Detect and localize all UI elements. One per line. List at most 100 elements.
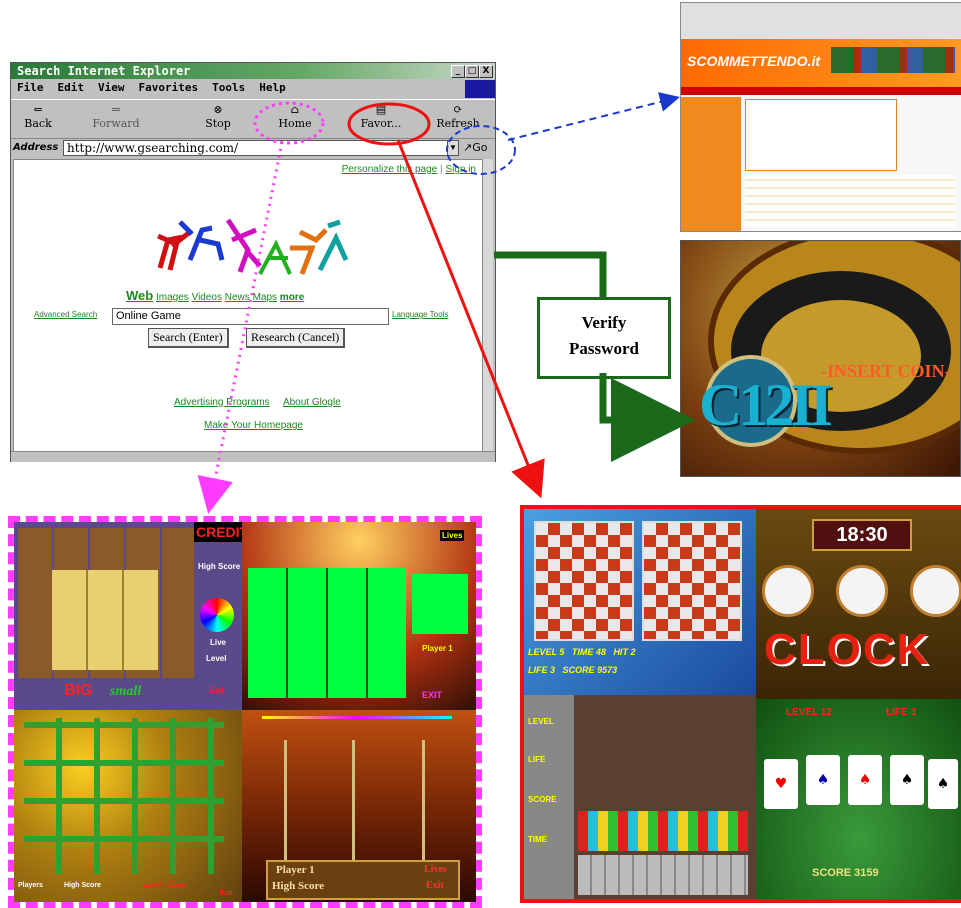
sunflower-game: Players High Score Level Lives Exit [14,710,242,902]
jewel-level-label: LEVEL [528,717,554,726]
tab-web[interactable]: Web [126,288,153,303]
language-tools-link[interactable]: Language Tools [392,310,448,319]
tab-images[interactable]: Images [156,292,189,303]
card-score-label: SCORE 3159 [812,867,879,879]
puzzle-game: BIG small Live Level Exit High Score [14,522,242,710]
insert-coin-label: -INSERT COIN- [821,361,951,381]
left-games-collage: BIG small Live Level Exit High Score CRE… [8,516,482,908]
toolbar: ⇐ Back ⇒ Forward ⊗ Stop ⌂ Home ▤ Favor... ⟳ Re… [11,99,495,139]
card-heart[interactable]: ♥ [764,759,798,809]
players-label: Players [18,882,43,889]
verify-password-box: Verify Password [537,297,671,379]
make-homepage-link[interactable]: Make Your Homepage [204,420,303,431]
score-panel: Player 1 High Score Lives Exit [266,860,460,900]
green-grid-game: Lives Player 1 EXIT [242,522,476,710]
go-arrow-icon: ↗ [463,141,473,154]
arrow-1 [284,740,287,860]
memory-board-2 [642,521,742,641]
refresh-button[interactable]: ⟳ Refresh [423,103,493,130]
exit-label-3[interactable]: Exit [220,890,233,897]
jewel-game: LEVEL LIFE SCORE TIME [524,695,756,899]
personalize-link[interactable]: Personalize this page [342,164,438,175]
tab-more[interactable]: more [280,292,304,303]
close-button[interactable]: X [479,65,493,78]
menu-favorites[interactable]: Favorites [139,81,199,94]
puzzle-board [52,570,158,670]
maximize-button[interactable]: □ [465,65,479,78]
page-content: Personalize this page | Sign in Web Imag… [13,159,483,453]
green-preview [412,574,468,634]
tab-maps[interactable]: Maps [253,292,277,303]
card-life-label: LIFE 3 [886,707,917,718]
jewel-stack [578,811,748,851]
c12-logo: C12II [699,372,833,438]
tab-news[interactable]: News [225,292,250,303]
sunflower-grid [24,718,224,874]
advanced-search-link[interactable]: Advanced Search [34,310,97,319]
power-bar [262,716,452,719]
exit-label-2[interactable]: Exit [426,880,444,891]
search-button[interactable]: Search (Enter) [148,328,229,348]
exit-label[interactable]: Exit [210,686,225,695]
card-spades[interactable]: ♠ [890,755,924,805]
menu-help[interactable]: Help [259,81,286,94]
site-browser-chrome [681,3,961,40]
card-ace[interactable]: ♠ [848,755,882,805]
clock-time: 18:30 [812,519,912,551]
home-icon: ⌂ [290,103,300,116]
site-logo: SCOMMETTENDO.it [687,53,820,69]
menu-tools[interactable]: Tools [212,81,245,94]
player1-label: Player 1 [422,644,453,653]
memory-game: LEVEL 5 TIME 48 HIT 2 LIFE 3 SCORE 9573 [524,509,756,695]
address-input[interactable]: http://www.gsearching.com/ [63,140,448,156]
card-jack[interactable]: ♠ [806,755,840,805]
lives-label: Lives [440,530,465,541]
jewel-floor [578,855,748,895]
minimize-button[interactable]: _ [451,65,465,78]
high-score-label: High Score [198,562,241,571]
scrollbar[interactable] [483,159,493,451]
back-button[interactable]: ⇐ Back [3,103,73,130]
jewel-time-label: TIME [528,835,548,844]
jewel-score-label: SCORE [528,795,557,804]
stop-button[interactable]: ⊗ Stop [183,103,253,130]
menu-view[interactable]: View [98,81,125,94]
green-grid [248,568,406,698]
p1-label: Player 1 [276,864,315,876]
top-links: Personalize this page | Sign in [341,164,476,175]
arrow-to-site [507,92,680,141]
about-link[interactable]: About Glogle [283,397,341,408]
chevron-down-icon[interactable]: ▼ [447,140,459,156]
live-label: Live [210,638,227,647]
throbber-logo [465,80,495,98]
footer-links: Advertising Programs About Glogle [174,392,341,410]
research-button[interactable]: Research (Cancel) [246,328,346,348]
search-input[interactable]: Online Game [112,308,389,325]
arrow-game: Player 1 High Score Lives Exit [242,710,476,902]
arrow-2 [352,740,355,860]
jewel-life-label: LIFE [528,755,546,764]
signin-link[interactable]: Sign in [445,164,476,175]
menu-edit[interactable]: Edit [58,81,85,94]
sports-figures-logo [156,218,349,275]
advertising-link[interactable]: Advertising Programs [174,397,270,408]
favorites-button[interactable]: ▤ Favor... [346,103,416,130]
arrow-3 [422,740,425,860]
card-extra[interactable]: ♠ [928,759,958,809]
tab-videos[interactable]: Videos [192,292,222,303]
home-button[interactable]: ⌂ Home [260,103,330,130]
lives-label-3: Lives [168,882,186,889]
go-button[interactable]: ↗Go [463,140,487,156]
menu-file[interactable]: File [17,81,44,94]
level-label: Level [206,654,227,663]
verify-label: Verify [581,313,627,332]
forward-button[interactable]: ⇒ Forward [81,103,151,130]
stop-icon: ⊗ [213,103,223,116]
lives-label-2: Lives [424,864,447,875]
roulette-wheel-icon [705,241,960,454]
site-banner-images [831,47,955,73]
window-title: Search Internet Explorer [17,64,191,78]
clock-face-icon [836,565,888,617]
exit-caps-button[interactable]: EXIT [422,690,442,700]
betting-site-screenshot: SCOMMETTENDO.it [680,2,961,232]
